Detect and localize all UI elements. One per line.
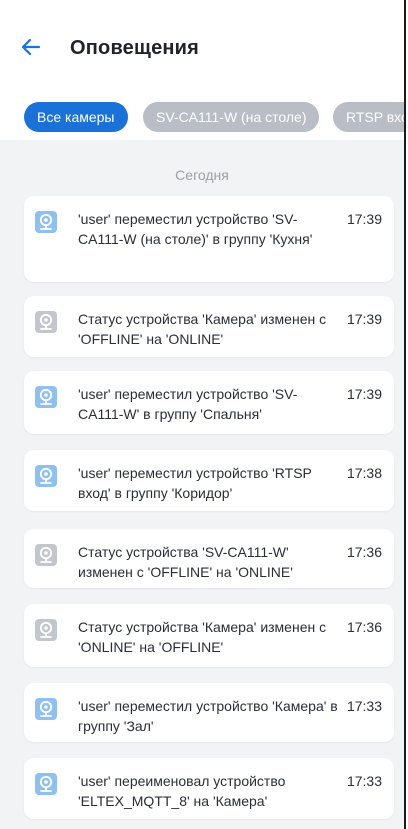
camera-icon <box>35 465 57 487</box>
notification-card[interactable]: 'user' переименовал устройство 'ELTEX_MQ… <box>24 758 394 819</box>
camera-filter-bar: Все камеры SV-CA111-W (на столе) RTSP вх… <box>0 84 404 140</box>
notification-time: 17:36 <box>346 544 382 560</box>
section-date-label: Сегодня <box>175 167 229 183</box>
notification-card[interactable]: 'user' переместил устройство 'SV-CA111-W… <box>24 196 394 282</box>
notification-card[interactable]: 'user' переместил устройство 'Камера' в … <box>24 683 394 742</box>
notification-time: 17:39 <box>346 386 382 402</box>
camera-icon <box>35 211 57 233</box>
notification-card[interactable]: Статус устройства 'Камера' изменен с 'ON… <box>24 604 394 667</box>
camera-icon <box>35 698 57 720</box>
notification-card[interactable]: 'user' переместил устройство 'RTSP вход'… <box>24 450 394 511</box>
notification-time: 17:36 <box>346 619 382 635</box>
arrow-left-icon[interactable] <box>18 34 44 60</box>
notification-text: 'user' переименовал устройство 'ELTEX_MQ… <box>78 773 286 809</box>
notification-time: 17:38 <box>346 465 382 481</box>
notification-text: 'user' переместил устройство 'Камера' в … <box>78 698 338 734</box>
notification-text: Статус устройства 'Камера' изменен с 'OF… <box>78 311 327 347</box>
notification-time: 17:33 <box>346 773 382 789</box>
notification-card[interactable]: Статус устройства 'Камера' изменен с 'OF… <box>24 296 394 357</box>
notification-time: 17:33 <box>346 698 382 714</box>
filter-chip-rtsp[interactable]: RTSP вход <box>333 102 404 132</box>
notifications-screen: Оповещения Все камеры SV-CA111-W (на сто… <box>0 0 406 829</box>
camera-icon <box>35 773 57 795</box>
camera-icon <box>35 544 57 566</box>
notification-text: 'user' переместил устройство 'SV-CA111-W… <box>78 211 313 247</box>
notification-card[interactable]: Статус устройства 'SV-CA111-W' изменен с… <box>24 529 394 588</box>
page-title: Оповещения <box>70 37 200 59</box>
camera-icon <box>35 619 57 641</box>
notification-time: 17:39 <box>346 211 382 227</box>
notification-text: Статус устройства 'SV-CA111-W' изменен с… <box>78 544 293 580</box>
notification-text: 'user' переместил устройство 'RTSP вход'… <box>78 465 312 501</box>
camera-icon <box>35 311 57 333</box>
camera-icon <box>35 386 57 408</box>
app-header: Оповещения <box>0 0 404 84</box>
notification-card[interactable]: 'user' переместил устройство 'SV-CA111-W… <box>24 371 394 434</box>
notification-text: Статус устройства 'Камера' изменен с 'ON… <box>78 619 327 655</box>
filter-chip-sv-ca111-w[interactable]: SV-CA111-W (на столе) <box>143 102 320 132</box>
notification-time: 17:39 <box>346 311 382 327</box>
filter-chip-all-cameras[interactable]: Все камеры <box>24 102 128 132</box>
notification-text: 'user' переместил устройство 'SV-CA111-W… <box>78 386 298 422</box>
